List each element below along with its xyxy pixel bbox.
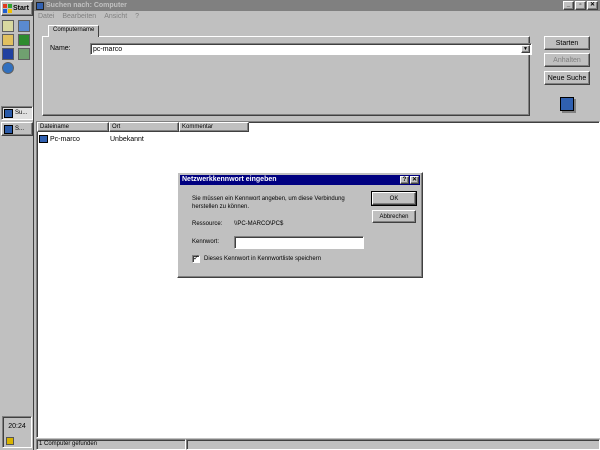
password-dialog: Netzwerkkennwort eingeben ? ✕ Sie müssen… [177, 172, 423, 278]
word-icon[interactable] [2, 48, 14, 60]
menu-view[interactable]: Ansicht [104, 13, 127, 20]
excel-icon[interactable] [18, 34, 30, 46]
search-app-icon [36, 1, 44, 10]
search-button[interactable]: Starten [544, 36, 590, 50]
speaker-icon[interactable] [6, 437, 14, 445]
task-label: S... [15, 126, 25, 132]
taskbar: Start Su... S... 20:24 [0, 0, 34, 450]
dialog-close-button[interactable]: ✕ [410, 176, 419, 184]
dialog-title: Netzwerkkennwort eingeben [182, 176, 277, 183]
quick-launch-bar [2, 20, 32, 74]
resource-label: Ressource: [192, 221, 223, 227]
help-button[interactable]: ? [400, 176, 409, 184]
new-search-button[interactable]: Neue Suche [544, 71, 590, 85]
dialog-message: Sie müssen ein Kennwort angeben, um dies… [192, 196, 345, 210]
chart-icon[interactable] [18, 48, 30, 60]
windows-logo-icon [3, 4, 12, 13]
mycomputer-icon[interactable] [2, 20, 14, 32]
minimize-button[interactable]: _ [563, 1, 574, 10]
ie-icon[interactable] [18, 20, 30, 32]
system-tray: 20:24 [2, 416, 32, 448]
stop-button[interactable]: Anhalten [544, 53, 590, 67]
cancel-button[interactable]: Abbrechen [372, 210, 416, 223]
dialog-titlebar: Netzwerkkennwort eingeben ? ✕ [180, 175, 420, 185]
column-header-name[interactable]: Dateiname [37, 122, 109, 132]
task-button-second[interactable]: S... [1, 122, 33, 136]
menu-edit[interactable]: Bearbeiten [62, 13, 96, 20]
password-input[interactable] [234, 236, 364, 249]
network-icon[interactable] [2, 62, 14, 74]
computer-search-icon [560, 97, 574, 111]
password-label: Kennwort: [192, 239, 220, 245]
status-empty [186, 439, 600, 450]
task-label: Su... [15, 110, 28, 116]
chevron-down-icon[interactable]: ▼ [521, 45, 530, 53]
outlook-icon[interactable] [2, 34, 14, 46]
restore-button[interactable]: ▫ [575, 1, 586, 10]
column-header-location[interactable]: Ort [109, 122, 179, 132]
window-titlebar: Suchen nach: Computer _ ▫ ✕ [34, 0, 600, 11]
window-icon [4, 124, 13, 134]
search-criteria-panel: Computername Name: pc-marco ▼ [38, 25, 532, 119]
status-text: 1 Computer gefunden [36, 439, 186, 450]
start-label: Start [13, 5, 29, 12]
menu-help[interactable]: ? [135, 13, 139, 20]
start-button[interactable]: Start [1, 1, 33, 16]
tab-computername[interactable]: Computername [48, 25, 100, 37]
resource-value: \\PC-MARCO\PC$ [234, 221, 284, 227]
search-window-icon [4, 108, 13, 118]
name-combobox[interactable]: pc-marco ▼ [90, 43, 532, 55]
name-label: Name: [50, 45, 71, 52]
ok-button[interactable]: OK [371, 191, 417, 206]
task-button-search[interactable]: Su... [1, 106, 33, 120]
name-value: pc-marco [93, 45, 123, 53]
close-button[interactable]: ✕ [587, 1, 598, 10]
column-header-comment[interactable]: Kommentar [179, 122, 249, 132]
list-item[interactable]: Pc-marco Unbekannt [39, 135, 180, 143]
menu-file[interactable]: Datei [38, 13, 54, 20]
window-title: Suchen nach: Computer [46, 2, 127, 9]
clock: 20:24 [8, 423, 26, 430]
results-list[interactable]: Dateiname Ort Kommentar Pc-marco Unbekan… [36, 121, 600, 438]
save-password-label[interactable]: Dieses Kennwort in Kennwortliste speiche… [204, 256, 321, 262]
results-header: Dateiname Ort Kommentar [37, 122, 249, 132]
row-name: Pc-marco [50, 135, 80, 143]
status-bar: 1 Computer gefunden [36, 439, 600, 450]
row-location: Unbekannt [110, 135, 144, 143]
computer-icon [39, 135, 48, 143]
menu-bar: Datei Bearbeiten Ansicht ? [34, 11, 600, 21]
save-password-checkbox[interactable]: ✓ [192, 255, 200, 263]
